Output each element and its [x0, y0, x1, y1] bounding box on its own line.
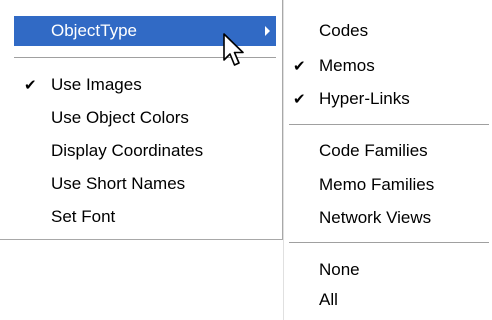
checkmark-icon: ✔: [293, 57, 306, 75]
submenu-item-hyper-links[interactable]: ✔ Hyper-Links: [284, 84, 489, 114]
checkmark-icon: ✔: [24, 76, 37, 94]
submenu-item-label: All: [319, 290, 338, 309]
menu-item-set-font[interactable]: Set Font: [14, 202, 276, 232]
context-menu-screenshot: ObjectType ✔ Use Images Use Object Color…: [0, 0, 492, 320]
menu-item-label: Use Images: [51, 75, 142, 94]
submenu-item-network-views[interactable]: Network Views: [284, 203, 489, 233]
checkmark-icon: ✔: [293, 90, 306, 108]
menu-item-label: Set Font: [51, 207, 116, 226]
menu-item-label: Use Short Names: [51, 174, 186, 193]
submenu-item-label: Codes: [319, 21, 369, 40]
submenu-item-codes[interactable]: Codes: [284, 16, 489, 46]
submenu-item-all[interactable]: All: [284, 285, 489, 315]
submenu-item-label: Network Views: [319, 208, 432, 227]
menu-item-display-coordinates[interactable]: Display Coordinates: [14, 136, 276, 166]
mouse-pointer-icon: [223, 33, 244, 66]
submenu-item-label: Code Families: [319, 141, 428, 160]
submenu-separator: [289, 124, 489, 126]
submenu-arrow-icon: [265, 26, 270, 36]
submenu-separator: [289, 242, 489, 244]
submenu-item-memos[interactable]: ✔ Memos: [284, 51, 489, 81]
submenu-item-code-families[interactable]: Code Families: [284, 136, 489, 166]
submenu-item-label: Hyper-Links: [319, 89, 410, 108]
submenu-item-none[interactable]: None: [284, 255, 489, 285]
submenu-item-label: Memos: [319, 56, 375, 75]
menu-item-label: ObjectType: [51, 21, 137, 40]
menu-item-use-images[interactable]: ✔ Use Images: [14, 70, 276, 100]
menu-item-label: Use Object Colors: [51, 108, 189, 127]
submenu-item-memo-families[interactable]: Memo Families: [284, 170, 489, 200]
menu-item-label: Display Coordinates: [51, 141, 204, 160]
object-type-submenu: Codes ✔ Memos ✔ Hyper-Links Code Familie…: [283, 0, 492, 320]
menu-item-use-short-names[interactable]: Use Short Names: [14, 169, 276, 199]
submenu-item-label: None: [319, 260, 360, 279]
submenu-item-label: Memo Families: [319, 175, 435, 194]
menu-item-use-object-colors[interactable]: Use Object Colors: [14, 103, 276, 133]
